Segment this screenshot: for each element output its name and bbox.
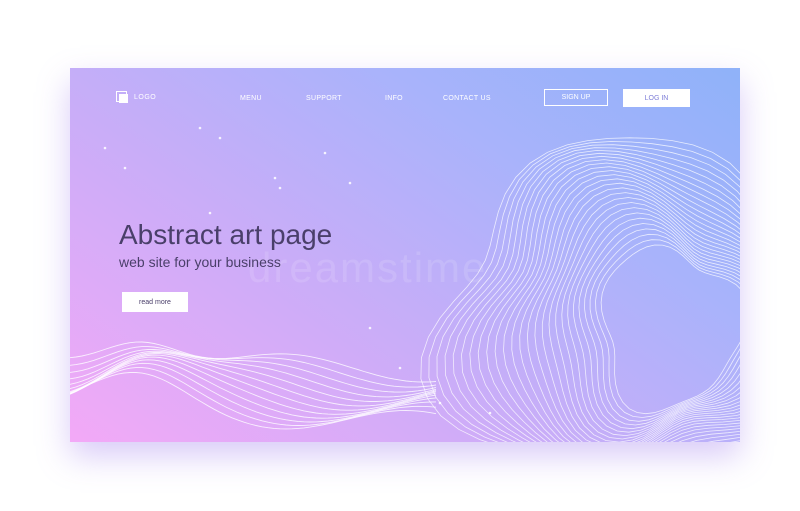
logo[interactable]: LOGO [116,91,156,103]
sparkle-dot [323,151,327,155]
sparkle-dot [273,176,277,180]
sparkle-dot [278,186,282,190]
nav-menu-link[interactable]: MENU [240,95,262,102]
sign-up-button[interactable]: SIGN UP [544,89,608,106]
decorative-wave-line [600,244,740,415]
decorative-wave-line [555,202,740,442]
hero-subtitle: web site for your business [119,254,281,270]
sparkle-dot [488,411,492,415]
hero-title: Abstract art page [119,219,333,250]
nav-contact-link[interactable]: CONTACT US [443,95,491,102]
log-in-button[interactable]: LOG IN [623,89,690,107]
decorative-wave-line [589,233,740,422]
decorative-wave-line [519,178,740,442]
sparkle-dot [123,166,127,170]
sparkle-dot [368,326,372,330]
sparkle-dot [198,126,202,130]
sparkle-dot [398,366,402,370]
decorative-wave-line [70,354,437,411]
decorative-wave-line [70,372,437,430]
nav-info-link[interactable]: INFO [385,95,403,102]
logo-label: LOGO [134,93,157,101]
sparkle-dot [103,146,107,150]
logo-icon [116,91,128,103]
sparkle-dot [438,401,442,405]
sparkle-dot [218,136,222,140]
watermark: dreamstime [248,244,488,291]
decorative-wave-line [70,362,437,423]
read-more-button[interactable]: read more [122,292,188,312]
landing-page: dreamstime LOGO MENU SUPPORT INFO CONTAC… [70,68,740,442]
sparkle-dot [208,211,212,215]
decorative-wave-line [469,155,740,442]
sparkle-dot [348,181,352,185]
decorative-wave-line [548,197,740,442]
nav-support-link[interactable]: SUPPORT [306,95,342,102]
top-navigation: LOGO MENU SUPPORT INFO CONTACT US SIGN U… [70,88,740,110]
